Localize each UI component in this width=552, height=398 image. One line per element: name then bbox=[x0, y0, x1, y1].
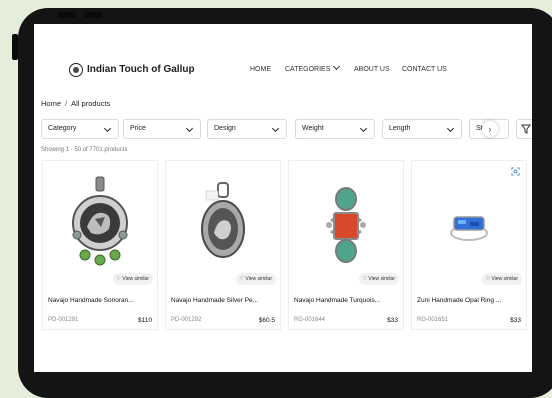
sort-button[interactable] bbox=[516, 119, 532, 139]
chevron-down-icon bbox=[446, 124, 455, 133]
filter-price[interactable]: Price bbox=[123, 119, 201, 139]
filter-funnel-icon bbox=[521, 124, 531, 134]
filter-label: Category bbox=[48, 125, 77, 132]
visual-search-icon[interactable] bbox=[511, 167, 520, 176]
product-sku: PD-001291 bbox=[48, 317, 79, 323]
breadcrumb-current: All products bbox=[71, 99, 111, 108]
filter-length[interactable]: Length bbox=[382, 119, 462, 139]
power-button bbox=[58, 12, 76, 18]
nav-about[interactable]: ABOUT US bbox=[354, 65, 390, 75]
breadcrumb: Home / All products bbox=[41, 99, 110, 108]
product-price: $60.5 bbox=[258, 317, 275, 324]
brand-logo-icon[interactable] bbox=[69, 63, 83, 77]
side-button bbox=[12, 34, 18, 60]
product-image[interactable] bbox=[43, 161, 157, 289]
view-similar-button[interactable]: ♡ View similar bbox=[112, 273, 153, 285]
volume-button bbox=[84, 12, 102, 18]
product-card[interactable]: ♡ View similar Navajo Handmade Turquois.… bbox=[288, 160, 404, 330]
product-price: $110 bbox=[138, 317, 152, 324]
product-sku: RG-001644 bbox=[294, 317, 326, 323]
scroll-right-button[interactable]: › bbox=[482, 121, 498, 137]
view-similar-label: View similar bbox=[122, 276, 149, 282]
view-similar-icon: ♡ bbox=[239, 276, 245, 282]
brand-name[interactable]: Indian Touch of Gallup bbox=[87, 63, 195, 77]
filter-weight[interactable]: Weight bbox=[295, 119, 375, 139]
product-name[interactable]: Navajo Handmade Silver Pe... bbox=[171, 297, 275, 304]
product-card[interactable]: ♡ View similar Navajo Handmade Sonoran..… bbox=[42, 160, 158, 330]
browser-screen: Indian Touch of Gallup HOME CATEGORIES A… bbox=[34, 24, 532, 372]
chevron-down-icon bbox=[333, 62, 341, 71]
product-image[interactable] bbox=[166, 161, 280, 289]
filter-label: Design bbox=[214, 125, 236, 132]
nav-categories-label: CATEGORIES bbox=[285, 66, 331, 73]
breadcrumb-separator: / bbox=[65, 99, 68, 108]
view-similar-button[interactable]: ♡ View similar bbox=[235, 273, 276, 285]
results-count: Showing 1 - 50 of 7701 products bbox=[41, 147, 128, 153]
chevron-down-icon bbox=[103, 124, 112, 133]
product-price: $33 bbox=[510, 317, 521, 324]
filter-design[interactable]: Design bbox=[207, 119, 287, 139]
product-name[interactable]: Zuni Handmade Opal Ring ... bbox=[417, 297, 521, 304]
nav-contact[interactable]: CONTACT US bbox=[402, 65, 447, 75]
product-name[interactable]: Navajo Handmade Sonoran... bbox=[48, 297, 152, 304]
filter-label: Price bbox=[130, 125, 146, 132]
filter-label: Weight bbox=[302, 125, 324, 132]
view-similar-button[interactable]: ♡ View similar bbox=[481, 273, 522, 285]
filter-bar: Category Price Design Weight Length Stor bbox=[41, 119, 532, 139]
product-sku: PD-001292 bbox=[171, 317, 202, 323]
view-similar-button[interactable]: ♡ View similar bbox=[358, 273, 399, 285]
view-similar-label: View similar bbox=[368, 276, 395, 282]
product-price: $33 bbox=[387, 317, 398, 324]
chevron-down-icon bbox=[185, 124, 194, 133]
product-name[interactable]: Navajo Handmade Turquois... bbox=[294, 297, 398, 304]
view-similar-icon: ♡ bbox=[362, 276, 368, 282]
breadcrumb-home[interactable]: Home bbox=[41, 99, 61, 108]
site-header: Indian Touch of Gallup HOME CATEGORIES A… bbox=[34, 24, 532, 94]
product-image[interactable] bbox=[289, 161, 403, 289]
view-similar-label: View similar bbox=[491, 276, 518, 282]
chevron-right-icon: › bbox=[488, 124, 492, 134]
view-similar-icon: ♡ bbox=[116, 276, 122, 282]
view-similar-label: View similar bbox=[245, 276, 272, 282]
product-sku: RG-001651 bbox=[417, 317, 449, 323]
chevron-down-icon bbox=[271, 124, 280, 133]
filter-category[interactable]: Category bbox=[41, 119, 119, 139]
product-image[interactable] bbox=[412, 161, 526, 289]
filter-label: Length bbox=[389, 125, 411, 132]
product-card[interactable]: ♡ View similar Zuni Handmade Opal Ring .… bbox=[411, 160, 527, 330]
chevron-down-icon bbox=[359, 124, 368, 133]
product-card[interactable]: ♡ View similar Navajo Handmade Silver Pe… bbox=[165, 160, 281, 330]
view-similar-icon: ♡ bbox=[485, 276, 491, 282]
nav-categories[interactable]: CATEGORIES bbox=[285, 62, 341, 75]
nav-home[interactable]: HOME bbox=[250, 65, 271, 75]
